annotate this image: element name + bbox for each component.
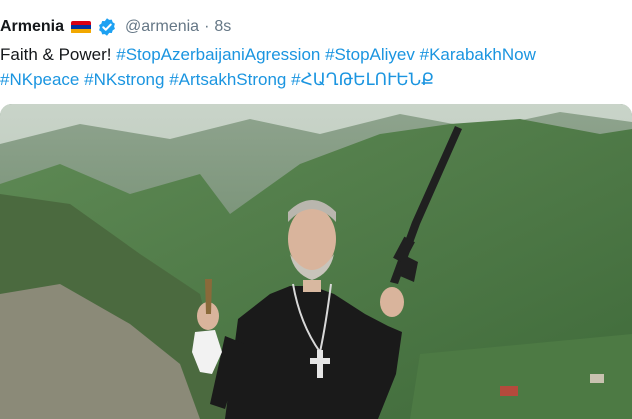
hashtag-link[interactable]: #StopAzerbaijaniAgression xyxy=(116,45,320,64)
tweet-text-line-2: #NKpeace #NKstrong #ArtsakhStrong #ՀԱՂԹԵ… xyxy=(0,67,630,92)
tweet-text-intro: Faith & Power! xyxy=(0,45,112,64)
hashtag-link[interactable]: #NKstrong xyxy=(84,70,164,89)
valley-house xyxy=(500,386,518,396)
armenian-flag-icon xyxy=(71,20,92,34)
hashtag-link[interactable]: #StopAliyev xyxy=(325,45,415,64)
tweet-header: Armenia @armenia · 8s xyxy=(0,14,231,40)
tweet-text-line-1: Faith & Power! #StopAzerbaijaniAgression… xyxy=(0,42,630,67)
tweet-text: Faith & Power! #StopAzerbaijaniAgression… xyxy=(0,42,630,92)
valley-house xyxy=(590,374,604,383)
header-separator: · xyxy=(204,18,210,35)
right-hand xyxy=(380,287,404,317)
tweet-timestamp[interactable]: 8s xyxy=(214,18,231,36)
photo-illustration xyxy=(0,104,632,419)
hashtag-link[interactable]: #KarabakhNow xyxy=(420,45,536,64)
hashtag-link[interactable]: #ՀԱՂԹԵԼՈՒԵՆՔ xyxy=(291,70,434,89)
neck xyxy=(303,280,321,292)
hashtag-link[interactable]: #ArtsakhStrong xyxy=(169,70,286,89)
tweet-media-photo[interactable] xyxy=(0,104,632,419)
hand-cross-icon xyxy=(205,279,212,314)
verified-badge-icon xyxy=(99,18,115,36)
hashtag-link[interactable]: #NKpeace xyxy=(0,70,79,89)
author-name[interactable]: Armenia xyxy=(0,18,64,36)
tweet-card: Armenia @armenia · 8s Faith & Power! #St… xyxy=(0,0,632,419)
author-handle[interactable]: @armenia xyxy=(125,18,199,36)
